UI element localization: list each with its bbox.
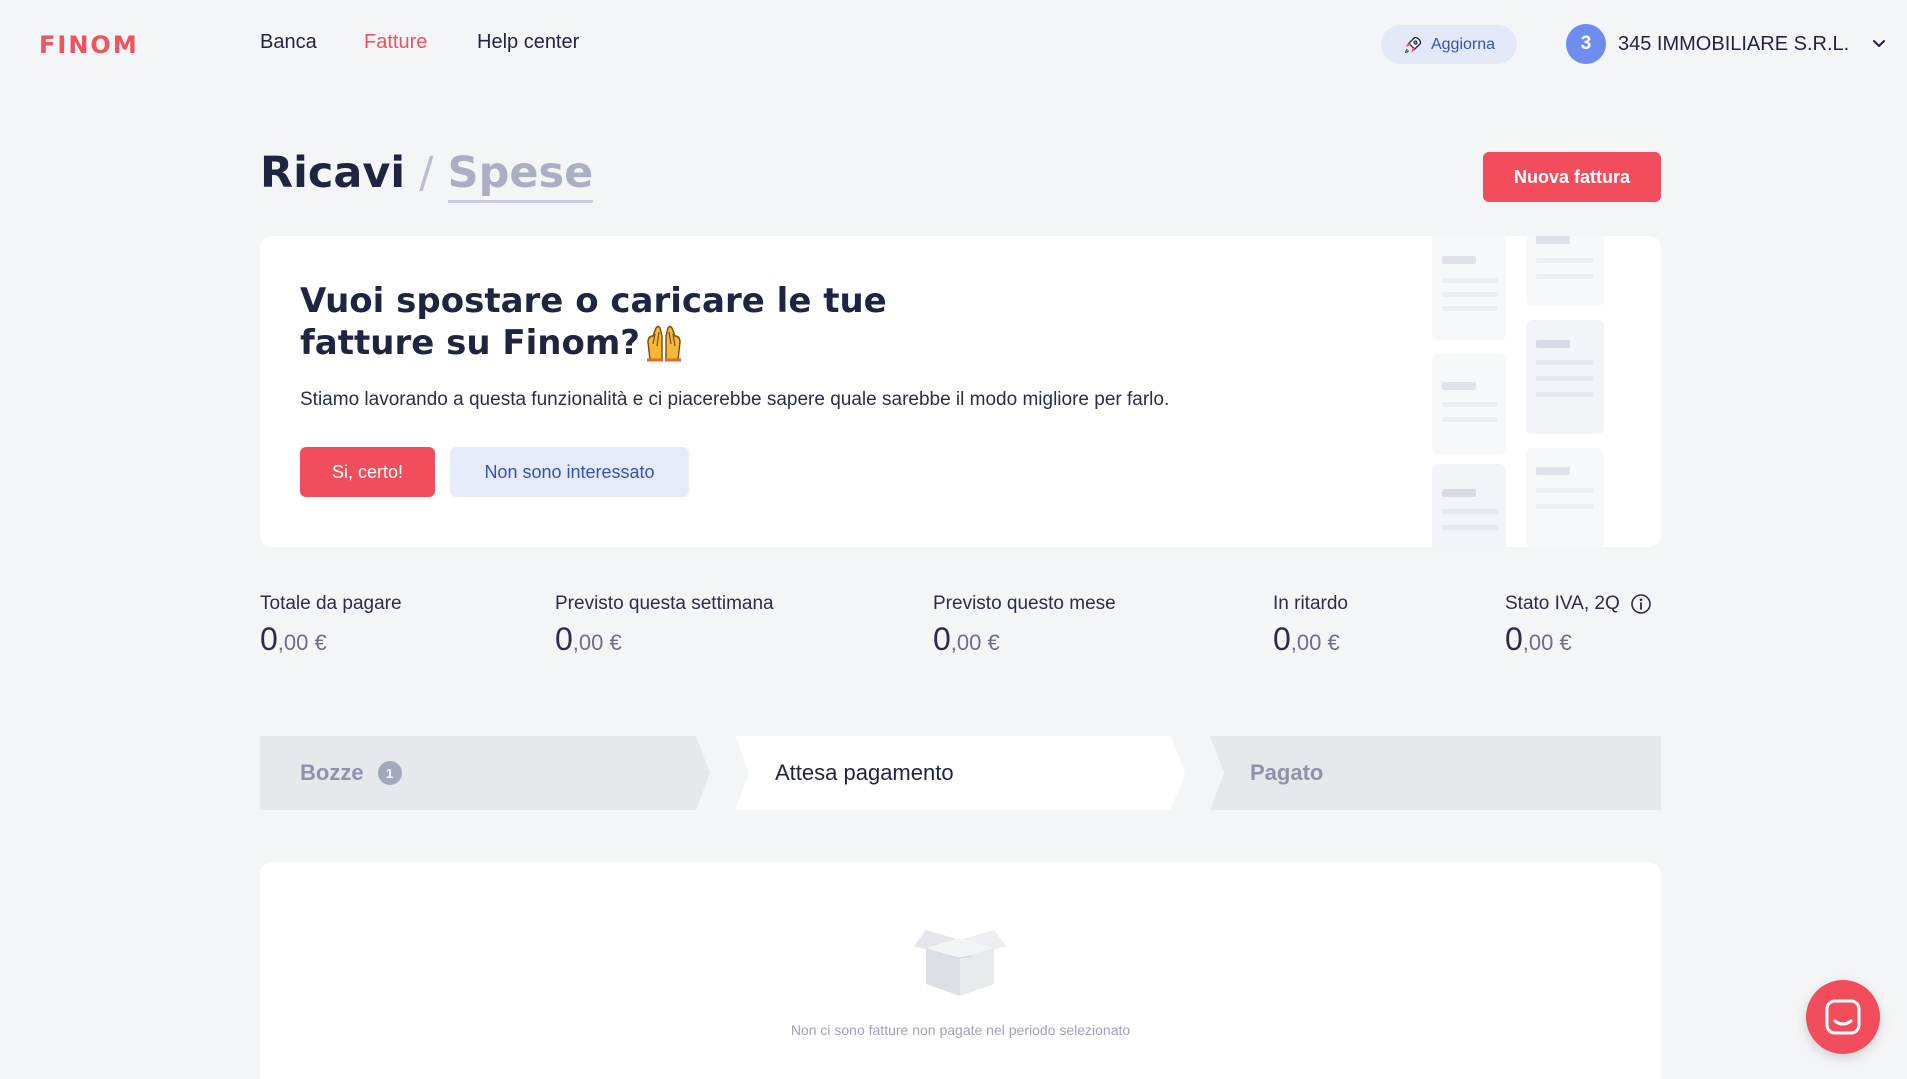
stat-label-row: Stato IVA, 2Q [1505, 593, 1652, 615]
tab-pagato[interactable]: Pagato [1210, 736, 1661, 810]
chat-icon [1825, 999, 1861, 1035]
tab-bozze[interactable]: Bozze 1 [260, 736, 710, 810]
promo-title-line1: Vuoi spostare o caricare le tue [300, 281, 887, 321]
invoice-status-tabs: Bozze 1 Attesa pagamento Pagato [260, 736, 1661, 810]
tab-label-group: Bozze 1 [300, 760, 402, 786]
stat-label: Totale da pagare [260, 593, 402, 614]
tab-label: Attesa pagamento [775, 760, 954, 785]
stat-value-cents: ,00 € [1522, 630, 1572, 655]
stat-value-int: 0 [1273, 621, 1291, 657]
stat-value: 0,00 € [1273, 621, 1348, 658]
tab-label: Pagato [1250, 760, 1324, 785]
tab-label: Bozze [300, 760, 364, 785]
account-menu[interactable]: 3 345 IMMOBILIARE S.R.L. [1566, 24, 1889, 64]
title-spese[interactable]: Spese [447, 148, 594, 203]
promo-title-line2: fatture su Finom? [300, 323, 640, 363]
rocket-icon [1405, 36, 1422, 53]
stat-expected-week: Previsto questa settimana 0,00 € [555, 593, 774, 658]
stat-value-int: 0 [933, 621, 951, 657]
empty-box-icon [914, 930, 1006, 996]
promo-card: Vuoi spostare o caricare le tue fatture … [260, 236, 1661, 547]
new-invoice-button[interactable]: Nuova fattura [1483, 152, 1661, 202]
info-icon[interactable] [1630, 593, 1652, 615]
stat-value-int: 0 [555, 621, 573, 657]
stat-value: 0,00 € [260, 621, 402, 658]
finom-logo[interactable]: FINOM [39, 31, 139, 59]
tab-attesa-pagamento[interactable]: Attesa pagamento [735, 736, 1185, 810]
stat-label: Previsto questo mese [933, 593, 1116, 614]
stat-overdue: In ritardo 0,00 € [1273, 593, 1348, 658]
upgrade-button[interactable]: Aggiorna [1381, 25, 1517, 64]
title-ricavi[interactable]: Ricavi [260, 148, 405, 198]
tab-label-group: Pagato [1250, 760, 1323, 786]
top-navigation: FINOM Banca Fatture Help center Aggiorna… [0, 0, 1907, 88]
stat-vat-status: Stato IVA, 2Q 0,00 € [1505, 593, 1652, 658]
invoice-list-empty: Non ci sono fatture non pagate nel perio… [260, 862, 1661, 1079]
stat-value-cents: ,00 € [1290, 630, 1340, 655]
tab-label-group: Attesa pagamento [775, 760, 954, 786]
company-name: 345 IMMOBILIARE S.R.L. [1618, 32, 1850, 55]
promo-description: Stiamo lavorando a questa funzionalità e… [300, 389, 1170, 410]
invoice-illustration [1432, 236, 1604, 547]
stat-label: Previsto questa settimana [555, 593, 774, 614]
page-title: Ricavi / Spese [260, 148, 594, 203]
chevron-down-icon [1873, 40, 1886, 47]
stat-value-int: 0 [1505, 621, 1523, 657]
stat-value: 0,00 € [1505, 621, 1652, 658]
stat-expected-month: Previsto questo mese 0,00 € [933, 593, 1116, 658]
nav-fatture[interactable]: Fatture [364, 31, 427, 54]
yes-button[interactable]: Si, certo! [300, 447, 435, 497]
nav-help-center[interactable]: Help center [477, 31, 579, 54]
upgrade-label: Aggiorna [1430, 35, 1496, 53]
title-separator: / [419, 148, 434, 198]
avatar: 3 [1566, 24, 1606, 64]
stat-value: 0,00 € [933, 621, 1116, 658]
empty-message: Non ci sono fatture non pagate nel perio… [790, 1022, 1131, 1038]
nav-banca[interactable]: Banca [260, 31, 317, 54]
stat-value-int: 0 [260, 621, 278, 657]
stat-label: Stato IVA, 2Q [1505, 593, 1620, 614]
stat-value: 0,00 € [555, 621, 774, 658]
stat-value-cents: ,00 € [277, 630, 327, 655]
stat-label: In ritardo [1273, 593, 1348, 614]
chat-button[interactable] [1806, 980, 1880, 1054]
stat-value-cents: ,00 € [572, 630, 622, 655]
count-badge: 1 [377, 761, 402, 785]
raising-hands-emoji [646, 325, 681, 362]
not-interested-button[interactable]: Non sono interessato [450, 447, 689, 497]
stat-value-cents: ,00 € [950, 630, 1000, 655]
promo-title: Vuoi spostare o caricare le tue fatture … [300, 280, 900, 364]
stat-total-to-pay: Totale da pagare 0,00 € [260, 593, 402, 658]
